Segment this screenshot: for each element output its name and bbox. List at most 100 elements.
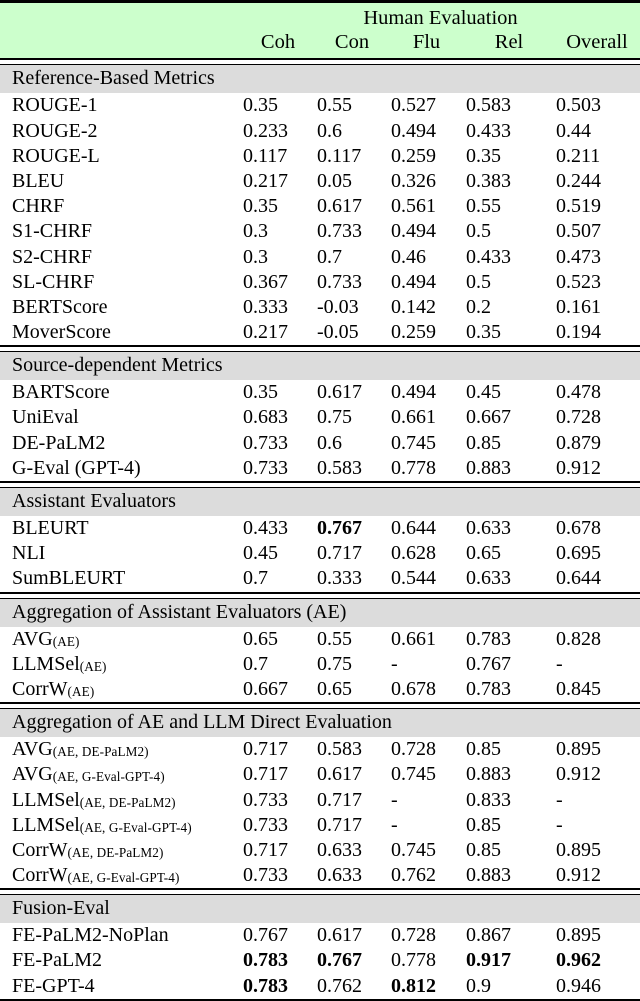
table-row: LLMSel(AE, DE-PaLM2) 0.733 0.717-0.833- (0, 788, 640, 813)
metric-name: FE-GPT-4 (12, 974, 95, 997)
value-cell-con: 0.633 (317, 864, 362, 887)
metric-name-cell: SumBLEURT (0, 566, 241, 592)
metric-name-cell: SL-CHRF (0, 270, 241, 295)
metric-name-cell: LLMSel(AE) (0, 652, 241, 677)
metric-name: BARTScore (12, 381, 110, 404)
value-cell-coh: 0.217 (243, 169, 288, 192)
value-cell-coh: 0.117 (243, 144, 288, 167)
metric-name: G-Eval (GPT-4) (12, 456, 141, 479)
value-cell-coh: 0.717 (243, 838, 288, 861)
value-cell-con: 0.7 (317, 245, 342, 268)
metric-name: LLMSel (12, 813, 80, 836)
value-cell-coh: 0.65 (243, 627, 278, 650)
value-cell-rel: 0.767 (466, 652, 511, 675)
metric-name-cell: ROUGE-1 (0, 93, 241, 118)
value-cell-coh: 0.35 (243, 195, 278, 218)
value-cell-coh: 0.783 (243, 974, 288, 997)
metric-name: MoverScore (12, 321, 111, 344)
value-cell-con: -0.05 (317, 321, 359, 344)
value-cell-rel: 0.783 (466, 677, 511, 700)
value-cell-con: -0.03 (317, 295, 359, 318)
value-cell-con: 0.733 (317, 270, 362, 293)
metric-name: CHRF (12, 195, 65, 218)
value-cell-con: 0.05 (317, 169, 352, 192)
metric-name: ROUGE-1 (12, 94, 98, 117)
metric-name: CorrW (12, 838, 68, 861)
value-cell-con: 0.55 (317, 94, 352, 117)
value-cell-con: 0.633 (317, 838, 362, 861)
value-cell-flu: 0.812 (391, 974, 436, 997)
metric-name-cell: LLMSel(AE, DE-PaLM2) (0, 788, 241, 813)
value-cell-flu: 0.728 (391, 924, 436, 947)
table-row: MoverScore 0.217 -0.05 0.259 0.35 0.194 (0, 320, 640, 346)
table-row: AVG(AE, DE-PaLM2) 0.717 0.583 0.728 0.85 0.89… (0, 737, 640, 762)
value-cell-overall: 0.478 (556, 381, 601, 404)
table-row: BLEURT 0.433 0.767 0.644 0.633 0.678 (0, 516, 640, 541)
value-cell-con: 0.767 (317, 949, 362, 972)
metric-name-cell: DE-PaLM2 (0, 431, 241, 456)
value-cell-con: 0.117 (317, 144, 362, 167)
metric-name-cell: S2-CHRF (0, 245, 241, 270)
metric-name-cell: FE-PaLM2 (0, 948, 241, 973)
value-cell-con: 0.767 (317, 517, 362, 539)
table-row: LLMSel(AE, G-Eval-GPT-4) 0.733 0.717-0.85- (0, 813, 640, 838)
value-cell-overall: 0.678 (556, 517, 601, 539)
value-cell-coh: 0.717 (243, 763, 288, 786)
value-cell-flu: 0.745 (391, 838, 436, 861)
table-row: LLMSel(AE) 0.7 0.75-0.767- (0, 652, 640, 677)
metric-name-cell: ROUGE-2 (0, 119, 241, 144)
value-cell-rel: 0.55 (466, 195, 501, 218)
header-group-row: Human Evaluation (0, 3, 640, 31)
metric-name-cell: AVG(AE) (0, 627, 241, 652)
metric-name: DE-PaLM2 (12, 431, 106, 454)
value-cell-con: 0.617 (317, 763, 362, 786)
value-cell-rel: 0.883 (466, 456, 511, 479)
value-cell-coh: 0.767 (243, 924, 288, 947)
metric-name-cell: CorrW(AE) (0, 677, 241, 703)
table-row: FE-GPT-4 0.783 0.762 0.812 0.9 0.946 (0, 974, 640, 1000)
metric-name: BLEURT (12, 517, 89, 539)
section-title: Source-dependent Metrics (0, 351, 640, 381)
value-cell-rel: 0.433 (466, 119, 511, 142)
value-cell-con: 0.55 (317, 627, 352, 650)
value-cell-overall: 0.244 (556, 169, 601, 192)
value-cell-overall: 0.895 (556, 924, 601, 947)
value-cell-rel: 0.35 (466, 321, 501, 344)
value-cell-overall: 0.895 (556, 838, 601, 861)
metric-name-cell: LLMSel(AE, G-Eval-GPT-4) (0, 813, 241, 838)
value-cell-coh: 0.733 (243, 788, 288, 811)
value-cell-flu: 0.561 (391, 195, 436, 218)
value-cell-overall: 0.211 (556, 144, 601, 167)
value-cell-overall: 0.644 (556, 567, 601, 590)
metric-name: NLI (12, 542, 46, 565)
value-cell-overall: 0.728 (556, 406, 601, 429)
header-columns-row: Coh Con Flu Rel Overall (0, 30, 640, 60)
value-cell-coh: 0.683 (243, 406, 288, 429)
value-cell-con: 0.717 (317, 788, 362, 811)
value-cell-flu: 0.628 (391, 542, 436, 565)
value-cell-rel: 0.883 (466, 864, 511, 887)
section-title: Assistant Evaluators (0, 487, 640, 516)
metric-name-cell: AVG(AE, DE-PaLM2) (0, 737, 241, 762)
metric-name-subscript: (AE) (52, 633, 80, 649)
metric-name-cell: MoverScore (0, 320, 241, 346)
metric-name: ROUGE-L (12, 144, 100, 167)
metric-name: UniEval (12, 406, 79, 429)
value-cell-flu: 0.745 (391, 763, 436, 786)
value-cell-coh: 0.217 (243, 321, 288, 344)
metric-name: FE-PaLM2 (12, 949, 102, 972)
value-cell-overall: 0.962 (556, 949, 601, 972)
value-cell-overall: 0.44 (556, 119, 591, 142)
value-cell-overall: 0.845 (556, 677, 601, 700)
value-cell-coh: 0.783 (243, 949, 288, 972)
value-cell-rel: 0.383 (466, 169, 511, 192)
results-table-container: Human Evaluation Coh Con Flu Rel Overall Refer… (0, 0, 640, 1001)
value-cell-coh: 0.7 (243, 652, 268, 675)
metric-name: LLMSel (12, 652, 80, 675)
table-row: CorrW(AE, DE-PaLM2) 0.717 0.633 0.745 0.85 0.… (0, 838, 640, 863)
value-cell-rel: 0.867 (466, 924, 511, 947)
value-cell-rel: 0.783 (466, 627, 511, 650)
table-row: BERTScore 0.333 -0.03 0.142 0.2 0.161 (0, 295, 640, 320)
table-row: SumBLEURT 0.7 0.333 0.544 0.633 0.644 (0, 566, 640, 592)
metric-name: BERTScore (12, 295, 108, 318)
